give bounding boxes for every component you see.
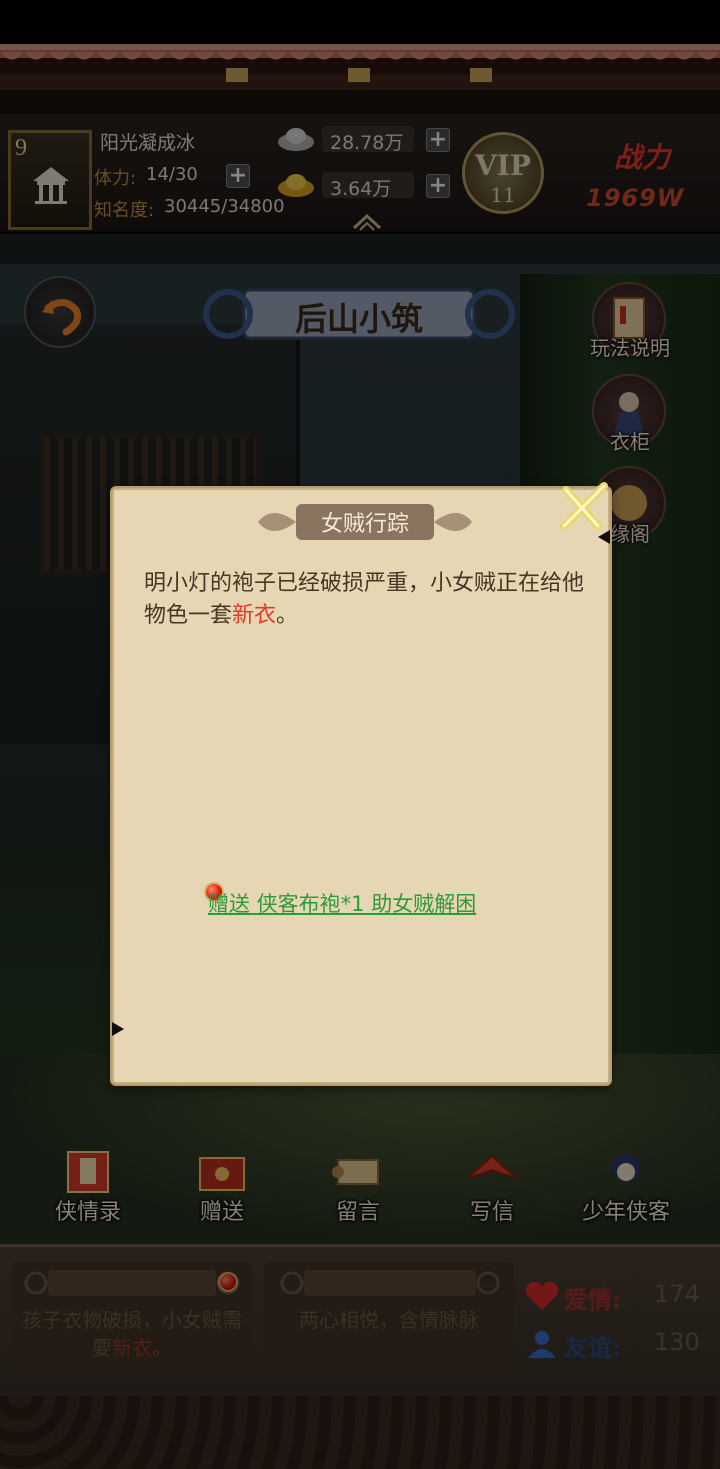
dialog-body: 明小灯的袍子已经破损严重，小女贼正在给他物色一套新衣。 <box>144 568 584 632</box>
dialog-body-text: 明小灯的袍子已经破损严重，小女贼正在给他物色一套 <box>144 571 585 628</box>
close-icon <box>560 482 608 530</box>
thief-status-dialog: 女贼行踪 明小灯的袍子已经破损严重，小女贼正在给他物色一套新衣。 赠送 侠客布袍… <box>112 488 610 1084</box>
gift-robe-link[interactable]: 赠送 侠客布袍*1 助女贼解困 <box>208 888 476 918</box>
dialog-notch <box>112 1022 124 1036</box>
dialog-body-end: 。 <box>276 603 299 628</box>
dialog-title: 女贼行踪 <box>320 512 409 537</box>
dialog-body-highlight: 新衣 <box>232 603 277 628</box>
close-button[interactable] <box>552 478 614 536</box>
